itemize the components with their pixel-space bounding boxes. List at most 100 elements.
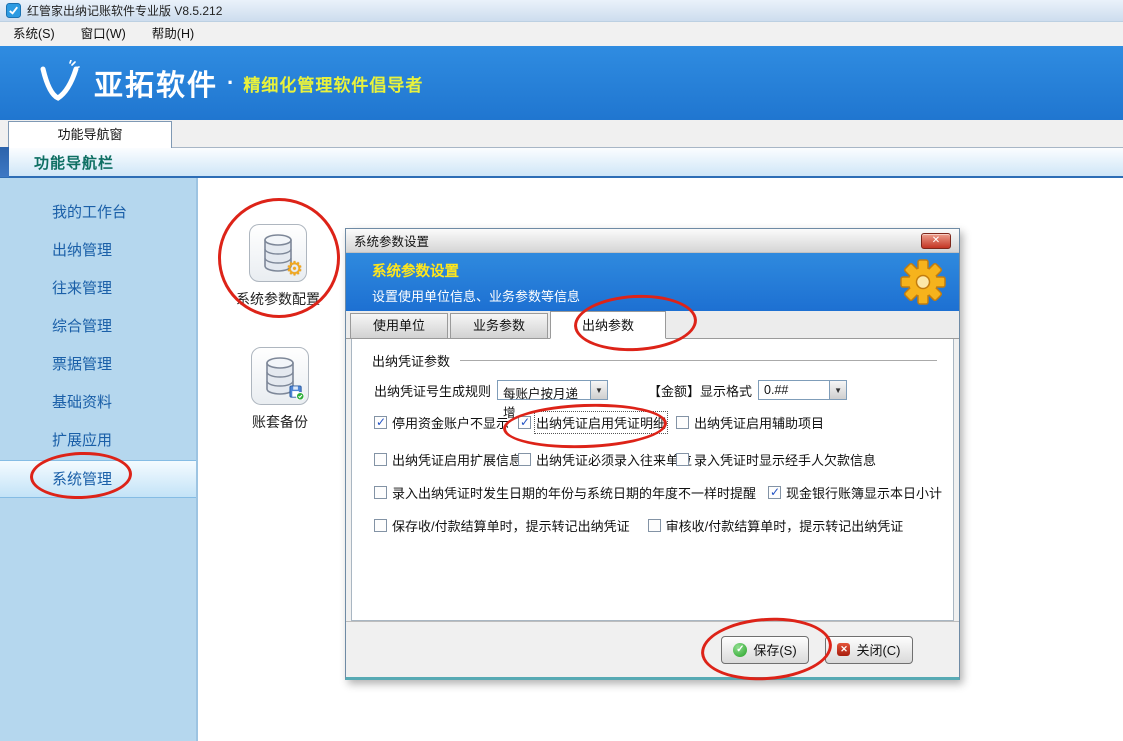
- close-x-icon: ✕: [837, 643, 850, 656]
- checkbox[interactable]: [648, 519, 661, 532]
- window-title: 红管家出纳记账软件专业版 V8.5.212: [27, 2, 222, 19]
- sidebar-item[interactable]: 基础资料: [0, 384, 196, 422]
- gear-badge-icon: ⚙: [286, 260, 303, 279]
- tab-function-navigator[interactable]: 功能导航窗: [8, 121, 172, 148]
- dialog-titlebar[interactable]: 系统参数设置 ✕: [346, 229, 959, 253]
- menu-item[interactable]: 帮助(H): [139, 22, 207, 46]
- group-title: 出纳凭证参数: [372, 351, 450, 370]
- sidebar-item[interactable]: 往来管理: [0, 270, 196, 308]
- dialog-header: 系统参数设置 设置使用单位信息、业务参数等信息: [346, 253, 959, 311]
- checkbox[interactable]: [374, 486, 387, 499]
- main-tabstrip: 功能导航窗: [0, 120, 1123, 148]
- app-window: 红管家出纳记账软件专业版 V8.5.212 系统(S)窗口(W)帮助(H) 亚拓…: [0, 0, 1123, 741]
- brand-name: 亚拓软件: [94, 62, 218, 104]
- nav-accent-bar: [0, 147, 9, 177]
- sidebar-item[interactable]: 扩展应用: [0, 422, 196, 460]
- close-button-label: 关闭(C): [856, 640, 900, 659]
- dialog-title: 系统参数设置: [354, 231, 429, 250]
- shortcut-label: 系统参数配置: [236, 289, 320, 309]
- checkbox-item[interactable]: 出纳凭证必须录入往来单位: [518, 450, 676, 469]
- window-titlebar: 红管家出纳记账软件专业版 V8.5.212: [0, 0, 1123, 22]
- checkbox-label: 审核收/付款结算单时，提示转记出纳凭证: [666, 516, 904, 535]
- checkbox-label: 录入出纳凭证时发生日期的年份与系统日期的年度不一样时提醒: [392, 483, 756, 502]
- system-params-dialog: 系统参数设置 ✕ 系统参数设置 设置使用单位信息、业务参数等信息 使用单位业务参…: [345, 228, 960, 680]
- amount-format-value: 0.##: [759, 381, 829, 399]
- dialog-tabstrip: 使用单位业务参数出纳参数: [346, 311, 959, 339]
- dialog-tab[interactable]: 使用单位: [350, 313, 448, 338]
- close-button[interactable]: ✕ 关闭(C): [825, 636, 913, 664]
- gear-icon: [899, 258, 947, 306]
- save-button-label: 保存(S): [753, 640, 796, 659]
- group-divider: [460, 360, 937, 361]
- checkbox-item[interactable]: 录入凭证时显示经手人欠款信息: [676, 450, 943, 469]
- shortcut-system-params[interactable]: ⚙ 系统参数配置: [222, 224, 334, 309]
- save-check-icon: ✓: [733, 643, 747, 657]
- checkbox-row: 停用资金账户不显示 出纳凭证启用凭证明细 出纳凭证启用辅助项目: [374, 413, 943, 432]
- dialog-close-button[interactable]: ✕: [921, 233, 951, 249]
- dialog-footer: ✓ 保存(S) ✕ 关闭(C): [346, 621, 959, 677]
- dialog-tab[interactable]: 业务参数: [450, 313, 548, 338]
- brand-logo-icon: [36, 60, 82, 106]
- amount-format-label: 【金额】显示格式: [648, 381, 752, 400]
- brand-separator: ·: [227, 70, 234, 96]
- checkbox[interactable]: [518, 453, 531, 466]
- checkbox-label: 录入凭证时显示经手人欠款信息: [694, 450, 876, 469]
- chevron-down-icon[interactable]: ▼: [829, 381, 846, 399]
- sidebar-item[interactable]: 系统管理: [0, 460, 196, 498]
- dialog-header-title: 系统参数设置: [372, 260, 959, 281]
- checkbox-item[interactable]: 出纳凭证启用扩展信息: [374, 450, 518, 469]
- checkbox-item[interactable]: 出纳凭证启用凭证明细: [518, 413, 676, 432]
- voucher-rule-select[interactable]: 每账户按月递增 ▼: [497, 380, 608, 400]
- dialog-tab-panel: 出纳凭证参数 出纳凭证号生成规则 每账户按月递增 ▼ 【金额】显示格式 0.##…: [351, 339, 954, 621]
- checkbox[interactable]: [768, 486, 781, 499]
- menu-item[interactable]: 系统(S): [0, 22, 68, 46]
- floppy-check-badge-icon: [289, 385, 304, 400]
- menu-bar: 系统(S)窗口(W)帮助(H): [0, 22, 1123, 46]
- checkbox[interactable]: [676, 416, 689, 429]
- checkbox-label: 保存收/付款结算单时，提示转记出纳凭证: [392, 516, 630, 535]
- checkbox-item[interactable]: 现金银行账簿显示本日小计: [768, 483, 942, 502]
- checkbox-item[interactable]: 保存收/付款结算单时，提示转记出纳凭证: [374, 516, 630, 535]
- voucher-rule-value: 每账户按月递增: [498, 381, 590, 399]
- amount-format-select[interactable]: 0.## ▼: [758, 380, 847, 400]
- sidebar-item[interactable]: 票据管理: [0, 346, 196, 384]
- shortcut-button[interactable]: [251, 347, 309, 405]
- checkbox[interactable]: [518, 416, 531, 429]
- checkbox-row: 录入出纳凭证时发生日期的年份与系统日期的年度不一样时提醒 现金银行账簿显示本日小计: [374, 483, 943, 502]
- voucher-rule-label: 出纳凭证号生成规则: [374, 381, 491, 400]
- checkbox-row: 出纳凭证启用扩展信息出纳凭证必须录入往来单位录入凭证时显示经手人欠款信息: [374, 450, 943, 469]
- checkbox-item[interactable]: 出纳凭证启用辅助项目: [676, 413, 943, 432]
- save-button[interactable]: ✓ 保存(S): [721, 636, 809, 664]
- checkbox-label: 出纳凭证启用辅助项目: [694, 413, 824, 432]
- checkbox-label: 出纳凭证启用凭证明细: [536, 413, 666, 432]
- app-logo-icon: [6, 3, 21, 18]
- sidebar-item[interactable]: 我的工作台: [0, 194, 196, 232]
- brand-banner: 亚拓软件 · 精细化管理软件倡导者: [0, 46, 1123, 120]
- menu-item[interactable]: 窗口(W): [68, 22, 139, 46]
- nav-header-bar: 功能导航栏: [0, 148, 1123, 178]
- checkbox[interactable]: [374, 453, 387, 466]
- checkbox-item[interactable]: 停用资金账户不显示: [374, 413, 518, 432]
- checkbox[interactable]: [374, 519, 387, 532]
- dialog-header-subtitle: 设置使用单位信息、业务参数等信息: [372, 286, 959, 305]
- sidebar-item[interactable]: 出纳管理: [0, 232, 196, 270]
- shortcut-backup[interactable]: 账套备份: [224, 347, 336, 432]
- sidebar-nav: 我的工作台出纳管理往来管理综合管理票据管理基础资料扩展应用系统管理: [0, 178, 198, 741]
- brand-slogan: 精细化管理软件倡导者: [243, 71, 423, 96]
- checkbox-label: 出纳凭证必须录入往来单位: [536, 450, 692, 469]
- chevron-down-icon[interactable]: ▼: [590, 381, 607, 399]
- shortcut-button[interactable]: ⚙: [249, 224, 307, 282]
- sidebar-item[interactable]: 综合管理: [0, 308, 196, 346]
- dialog-tab[interactable]: 出纳参数: [550, 311, 666, 339]
- checkbox-item[interactable]: 录入出纳凭证时发生日期的年份与系统日期的年度不一样时提醒: [374, 483, 756, 502]
- checkbox-item[interactable]: 审核收/付款结算单时，提示转记出纳凭证: [648, 516, 904, 535]
- checkbox-label: 现金银行账簿显示本日小计: [786, 483, 942, 502]
- group-cashier-voucher-params: 出纳凭证参数: [372, 351, 937, 370]
- nav-header-title: 功能导航栏: [34, 152, 114, 173]
- checkbox[interactable]: [676, 453, 689, 466]
- checkbox[interactable]: [374, 416, 387, 429]
- voucher-rule-row: 出纳凭证号生成规则 每账户按月递增 ▼ 【金额】显示格式 0.## ▼: [374, 380, 847, 400]
- checkbox-label: 停用资金账户不显示: [392, 413, 509, 432]
- shortcut-label: 账套备份: [252, 412, 308, 432]
- checkbox-label: 出纳凭证启用扩展信息: [392, 450, 522, 469]
